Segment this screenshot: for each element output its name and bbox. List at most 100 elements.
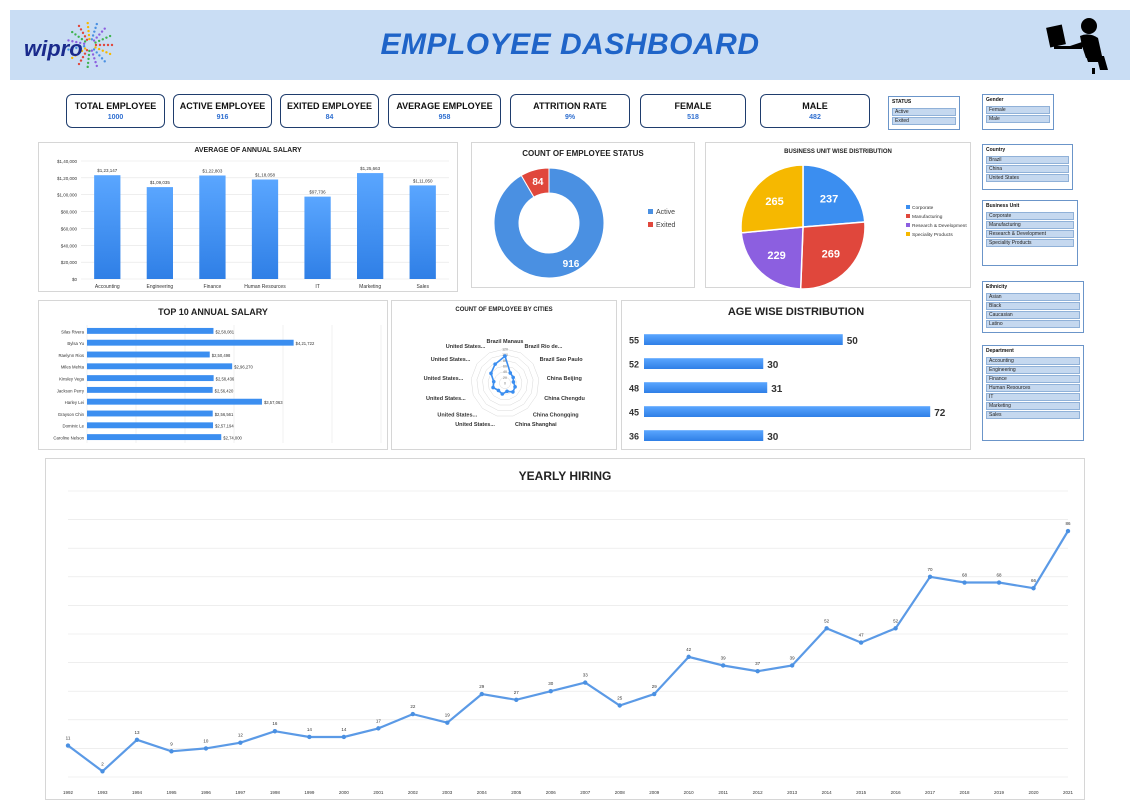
bar-data-label: $1,25,663: [360, 166, 381, 171]
y-tick-label: $0: [72, 277, 78, 282]
salary-bar: [87, 386, 213, 393]
slicer-item-corporate[interactable]: Corporate: [986, 212, 1074, 220]
slicer-item-active[interactable]: Active: [892, 108, 956, 116]
kpi-label: TOTAL EMPLOYEE: [74, 101, 157, 111]
hiring-point: [410, 711, 416, 717]
donut-data-label: 916: [563, 259, 580, 270]
slicer-item-engineering[interactable]: Engineering: [986, 366, 1080, 374]
kpi-value: 916: [216, 114, 229, 121]
hiring-point: [134, 737, 140, 743]
hiring-point: [100, 769, 105, 774]
hiring-point: [583, 680, 588, 685]
x-tick-label: Human Resources: [244, 284, 286, 290]
slicer-item-male[interactable]: Male: [986, 115, 1050, 123]
hiring-point: [720, 663, 726, 668]
radar-category-label: United States...: [431, 357, 471, 363]
y-tick-label: Grayson Chin: [58, 412, 85, 417]
y-tick-label: Harley Lei: [65, 400, 84, 405]
legend-swatch: [648, 222, 653, 227]
radar-category-label: United States...: [446, 344, 486, 350]
slicer-item-china[interactable]: China: [986, 165, 1069, 173]
salary-bar: [357, 173, 384, 279]
legend-label: Active: [656, 209, 675, 216]
bar-data-label: 50: [847, 336, 859, 347]
employee-at-computer-icon: [1046, 18, 1108, 74]
slicer-item-female[interactable]: Female: [986, 106, 1050, 114]
x-tick-label: 2019: [994, 790, 1005, 795]
radar-category-label: China Chongqing: [533, 412, 579, 418]
legend-swatch: [906, 232, 910, 236]
point-data-label: 19: [445, 713, 451, 718]
top10-salary-chart-panel: TOP 10 ANNUAL SALARY Silas Rivera $2,58,0…: [38, 300, 388, 450]
salary-bar: [94, 175, 121, 279]
city-chart-panel: COUNT OF EMPLOYEE BY CITIES 020406080100…: [391, 300, 617, 450]
x-tick-label: 2012: [753, 790, 764, 795]
salary-bar: [199, 175, 226, 279]
slicer-item-marketing[interactable]: Marketing: [986, 402, 1080, 410]
bar-data-label: $4,21,722: [296, 341, 315, 346]
x-tick-label: Accounting: [95, 284, 120, 290]
slicer-item-exited[interactable]: Exited: [892, 117, 956, 125]
bar-data-label: $1,09,035: [150, 180, 171, 185]
x-tick-label: 1998: [270, 790, 281, 795]
slicer-item-latino[interactable]: Latino: [986, 320, 1080, 328]
x-tick-label: 1999: [304, 790, 315, 795]
pie-data-label: 265: [765, 196, 783, 208]
status-slicer: STATUS Active Exited: [888, 96, 960, 130]
kpi-value: 518: [687, 114, 699, 121]
x-tick-label: Engineering: [147, 284, 174, 290]
avg-salary-chart-panel: AVERAGE OF ANNUAL SALARY $0 $20,000 $40,00…: [38, 142, 458, 292]
legend-label: Research & Development: [912, 223, 967, 229]
point-data-label: 29: [652, 684, 658, 689]
slicer-item-accounting[interactable]: Accounting: [986, 357, 1080, 365]
slicer-item-research-development[interactable]: Research & Development: [986, 230, 1074, 238]
hiring-point: [686, 654, 691, 660]
slicer-item-speciality-products[interactable]: Speciality Products: [986, 239, 1074, 247]
slicer-title: Ethnicity: [986, 284, 1008, 290]
slicer-item-finance[interactable]: Finance: [986, 375, 1080, 383]
slicer-item-it[interactable]: IT: [986, 393, 1080, 401]
slicer-title: STATUS: [892, 99, 912, 105]
radar-tick-label: 20: [503, 376, 507, 380]
y-tick-label: Bylsa Yu: [67, 341, 84, 346]
slicer-item-brazil[interactable]: Brazil: [986, 156, 1069, 164]
slicer-item-black[interactable]: Black: [986, 302, 1080, 310]
bar-data-label: 72: [934, 408, 946, 419]
bar-data-label: $3,57,063: [264, 400, 283, 405]
hiring-point: [445, 720, 450, 725]
x-tick-label: Sales: [416, 284, 429, 290]
y-tick-label: Silas Rivera: [61, 329, 85, 334]
hiring-point: [962, 580, 967, 585]
salary-bar: [304, 196, 331, 279]
point-data-label: 37: [755, 661, 761, 666]
kpi-value: 482: [809, 114, 821, 121]
slicer-item-human-resources[interactable]: Human Resources: [986, 384, 1080, 392]
bar-data-label: $2,56,561: [215, 412, 234, 417]
x-tick-label: Finance: [204, 284, 222, 290]
point-data-label: 33: [583, 673, 589, 678]
kpi-active-employee: ACTIVE EMPLOYEE 916: [173, 94, 272, 128]
slicer-item-manufacturing[interactable]: Manufacturing: [986, 221, 1074, 229]
legend-swatch: [906, 205, 910, 209]
slicer-item-asian[interactable]: Asian: [986, 293, 1080, 301]
age-bar: [644, 406, 931, 417]
hiring-series-line: [67, 530, 1069, 773]
hiring-point: [1031, 586, 1036, 591]
bar-data-label: $2,96,270: [234, 365, 253, 370]
business-unit-slicer: Business Unit Corporate Manufacturing Re…: [982, 200, 1078, 266]
bar-data-label: $2,50,498: [212, 353, 231, 358]
age-distribution-chart: 55 50 52 30 48 31 45 72 36 30: [629, 334, 946, 443]
department-slicer: Department Accounting Engineering Financ…: [982, 345, 1084, 441]
point-data-label: 86: [1065, 521, 1071, 526]
salary-bar: [87, 434, 222, 441]
slicer-item-united-states[interactable]: United States: [986, 174, 1069, 182]
bar-data-label: $1,11,050: [413, 178, 433, 183]
radar-category-label: United States...: [426, 396, 466, 402]
x-tick-label: 2016: [891, 790, 902, 795]
x-tick-label: 2021: [1063, 790, 1074, 795]
bar-data-label: $2,57,194: [215, 424, 234, 429]
slicer-item-sales[interactable]: Sales: [986, 411, 1080, 419]
slicer-item-caucasian[interactable]: Caucasian: [986, 311, 1080, 319]
x-tick-label: 1997: [235, 790, 246, 795]
kpi-exited-employee: EXITED EMPLOYEE 84: [280, 94, 379, 128]
